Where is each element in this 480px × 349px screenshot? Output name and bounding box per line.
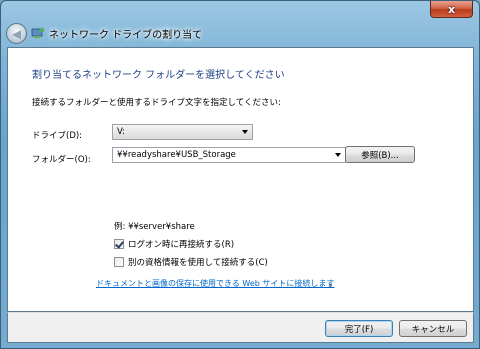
- dialog-window: x ◀ ネットワーク ドライブの割り当て 割り当てるネットワーク フォルダーを選…: [0, 0, 480, 349]
- reconnect-checkbox[interactable]: [114, 239, 124, 249]
- other-credentials-checkbox[interactable]: [114, 257, 124, 267]
- example-text: 例: ¥¥server¥share: [114, 222, 195, 232]
- page-heading: 割り当てるネットワーク フォルダーを選択してください: [32, 70, 285, 81]
- chevron-down-icon: [335, 153, 341, 157]
- web-site-link[interactable]: ドキュメントと画像の保存に使用できる Web サイトに接続します: [96, 278, 334, 289]
- title-bar: ◀ ネットワーク ドライブの割り当て: [1, 19, 479, 47]
- close-icon: x: [447, 2, 456, 16]
- drive-label: ドライブ(D):: [32, 131, 83, 141]
- folder-input[interactable]: ¥¥readyshare¥USB_Storage: [112, 147, 346, 163]
- button-bar: 完了(F) キャンセル: [7, 312, 474, 343]
- finish-button[interactable]: 完了(F): [325, 320, 393, 337]
- drive-value: V:: [117, 127, 125, 137]
- folder-label: フォルダー(O):: [32, 155, 91, 165]
- back-button[interactable]: ◀: [6, 23, 27, 44]
- folder-value: ¥¥readyshare¥USB_Storage: [117, 150, 236, 160]
- reconnect-option[interactable]: ログオン時に再接続する(R): [114, 238, 234, 250]
- chevron-down-icon: [242, 130, 248, 134]
- browse-button[interactable]: 参照(B)...: [345, 146, 415, 163]
- close-button[interactable]: x: [430, 1, 473, 18]
- network-drive-icon: [31, 27, 45, 38]
- drive-select[interactable]: V:: [112, 124, 253, 140]
- other-credentials-option[interactable]: 別の資格情報を使用して接続する(C): [114, 256, 268, 268]
- content-panel: 割り当てるネットワーク フォルダーを選択してください 接続するフォルダーと使用す…: [7, 47, 474, 312]
- cancel-button[interactable]: キャンセル: [399, 320, 467, 337]
- link-suffix: 。: [329, 279, 337, 288]
- window-title: ネットワーク ドライブの割り当て: [49, 30, 203, 41]
- back-arrow-icon: ◀: [11, 26, 22, 41]
- other-credentials-label: 別の資格情報を使用して接続する(C): [128, 258, 268, 268]
- instruction-text: 接続するフォルダーと使用するドライブ文字を指定してください:: [32, 98, 281, 108]
- reconnect-label: ログオン時に再接続する(R): [128, 240, 235, 250]
